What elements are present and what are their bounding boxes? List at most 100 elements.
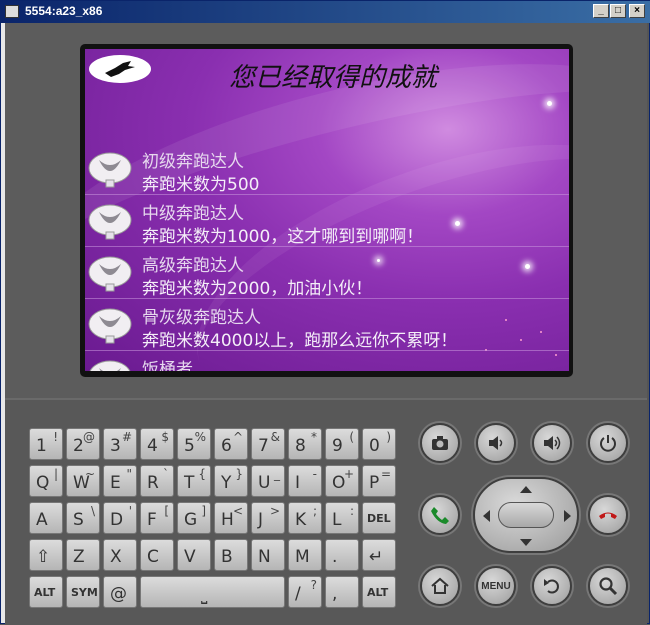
key-q[interactable]: Q | bbox=[29, 465, 63, 497]
achievement-desc: 奔跑米数为1000，这才哪到到哪啊！ bbox=[142, 227, 424, 247]
key-6[interactable]: 6 ^ bbox=[214, 428, 248, 460]
key-k[interactable]: K; bbox=[288, 502, 322, 534]
menu-button[interactable]: MENU bbox=[476, 566, 516, 606]
key-space[interactable]: ⎵ bbox=[140, 576, 285, 608]
key-o[interactable]: O + bbox=[325, 465, 359, 497]
trophy-icon bbox=[88, 256, 132, 292]
key-g[interactable]: G] bbox=[177, 502, 211, 534]
key-r[interactable]: R ` bbox=[140, 465, 174, 497]
camera-icon bbox=[432, 436, 448, 450]
call-button[interactable] bbox=[420, 495, 460, 535]
volume-up-button[interactable] bbox=[532, 423, 572, 463]
dpad-center-button[interactable] bbox=[498, 502, 554, 528]
key-period[interactable]: . bbox=[325, 539, 359, 571]
maximize-button[interactable]: □ bbox=[610, 4, 626, 18]
key-j[interactable]: J > bbox=[251, 502, 285, 534]
hang-up-icon bbox=[599, 512, 617, 519]
key-v[interactable]: V bbox=[177, 539, 211, 571]
key-1[interactable]: 1! bbox=[29, 428, 63, 460]
menu-label: MENU bbox=[481, 581, 511, 592]
key-7[interactable]: 7 & bbox=[251, 428, 285, 460]
key-2[interactable]: 2 @ bbox=[66, 428, 100, 460]
minimize-button[interactable]: _ bbox=[593, 4, 609, 18]
key-sym[interactable]: SYM bbox=[66, 576, 100, 608]
volume-up-icon bbox=[544, 436, 561, 450]
title-bar[interactable]: 5554:a23_x86 _ □ × bbox=[1, 1, 650, 23]
key-i[interactable]: I- bbox=[288, 465, 322, 497]
achievement-row[interactable]: 骨灰级奔跑达人 奔跑米数4000以上，跑那么远你不累呀！ bbox=[85, 299, 569, 351]
end-call-button[interactable] bbox=[588, 495, 628, 535]
key-3[interactable]: 3 # bbox=[103, 428, 137, 460]
achievement-name: 中级奔跑达人 bbox=[142, 204, 244, 224]
key-s[interactable]: S \ bbox=[66, 502, 100, 534]
trophy-icon bbox=[88, 204, 132, 240]
search-icon bbox=[599, 577, 618, 596]
key-at[interactable]: @ bbox=[103, 576, 137, 608]
emulator-window: 5554:a23_x86 _ □ × 您已经取得的成就 初级奔跑达人 奔跑米数为… bbox=[0, 0, 650, 625]
dpad-up-icon[interactable] bbox=[520, 486, 532, 493]
key-0[interactable]: 0) bbox=[362, 428, 396, 460]
window-title: 5554:a23_x86 bbox=[25, 4, 103, 18]
key-alt-right[interactable]: ALT bbox=[362, 576, 396, 608]
key-delete[interactable]: DEL bbox=[362, 502, 396, 534]
key-a[interactable]: A bbox=[29, 502, 63, 534]
key-w[interactable]: W ~ bbox=[66, 465, 100, 497]
key-t[interactable]: T{ bbox=[177, 465, 211, 497]
achievement-desc: 奔跑米数4000以上，跑那么远你不累呀！ bbox=[142, 331, 458, 351]
dpad-right-icon[interactable] bbox=[564, 510, 571, 522]
key-h[interactable]: H < bbox=[214, 502, 248, 534]
search-button[interactable] bbox=[588, 566, 628, 606]
key-x[interactable]: X bbox=[103, 539, 137, 571]
achievement-desc: 奔跑米数为500 bbox=[142, 175, 260, 195]
key-l[interactable]: L: bbox=[325, 502, 359, 534]
key-c[interactable]: C bbox=[140, 539, 174, 571]
key-5[interactable]: 5% bbox=[177, 428, 211, 460]
achievement-row[interactable]: 饭桶者 bbox=[85, 351, 569, 371]
dpad-left-icon[interactable] bbox=[483, 510, 490, 522]
key-n[interactable]: N bbox=[251, 539, 285, 571]
home-button[interactable] bbox=[420, 566, 460, 606]
key-z[interactable]: Z bbox=[66, 539, 100, 571]
key-u[interactable]: U _ bbox=[251, 465, 285, 497]
key-8[interactable]: 8 * bbox=[288, 428, 322, 460]
key-comma[interactable]: , bbox=[325, 576, 359, 608]
keyboard-panel: 1! 2 @ 3 # 4 $ 5% 6 ^ 7 & 8 * 9( 0) Q | W ~ E " R… bbox=[5, 398, 647, 625]
achievement-name: 骨灰级奔跑达人 bbox=[142, 308, 261, 328]
power-button[interactable] bbox=[588, 423, 628, 463]
key-f[interactable]: F[ bbox=[140, 502, 174, 534]
key-shift[interactable]: ⇧ bbox=[29, 539, 63, 571]
key-enter[interactable]: ↵ bbox=[362, 539, 396, 571]
phone-icon bbox=[431, 507, 449, 524]
volume-down-button[interactable] bbox=[476, 423, 516, 463]
back-button[interactable] bbox=[532, 566, 572, 606]
key-e[interactable]: E " bbox=[103, 465, 137, 497]
home-icon bbox=[431, 577, 449, 594]
key-d[interactable]: D ' bbox=[103, 502, 137, 534]
key-b[interactable]: B bbox=[214, 539, 248, 571]
trophy-icon bbox=[89, 360, 131, 371]
screen-title: 您已经取得的成就 bbox=[228, 63, 437, 93]
close-button[interactable]: × bbox=[629, 4, 645, 18]
dpad-down-icon[interactable] bbox=[520, 539, 532, 546]
app-icon bbox=[5, 5, 19, 18]
achievement-row[interactable]: 高级奔跑达人 奔跑米数为2000，加油小伙！ bbox=[85, 247, 569, 299]
achievement-name: 初级奔跑达人 bbox=[142, 152, 244, 172]
key-y[interactable]: Y} bbox=[214, 465, 248, 497]
key-m[interactable]: M bbox=[288, 539, 322, 571]
trophy-icon bbox=[88, 308, 132, 344]
dpad[interactable] bbox=[473, 477, 579, 553]
back-icon bbox=[544, 579, 559, 594]
trophy-icon bbox=[88, 152, 132, 188]
key-p[interactable]: P = bbox=[362, 465, 396, 497]
device-screen[interactable]: 您已经取得的成就 初级奔跑达人 奔跑米数为500 中级奔跑达人 奔跑米数为100… bbox=[85, 49, 569, 371]
volume-down-icon bbox=[489, 436, 503, 450]
achievement-row[interactable]: 中级奔跑达人 奔跑米数为1000，这才哪到到哪啊！ bbox=[85, 195, 569, 247]
key-slash[interactable]: /? bbox=[288, 576, 322, 608]
key-4[interactable]: 4 $ bbox=[140, 428, 174, 460]
key-alt-left[interactable]: ALT bbox=[29, 576, 63, 608]
key-9[interactable]: 9( bbox=[325, 428, 359, 460]
achievement-row[interactable]: 初级奔跑达人 奔跑米数为500 bbox=[85, 143, 569, 195]
achievement-name: 饭桶者 bbox=[142, 360, 193, 371]
achievement-name: 高级奔跑达人 bbox=[142, 256, 244, 276]
camera-button[interactable] bbox=[420, 423, 460, 463]
